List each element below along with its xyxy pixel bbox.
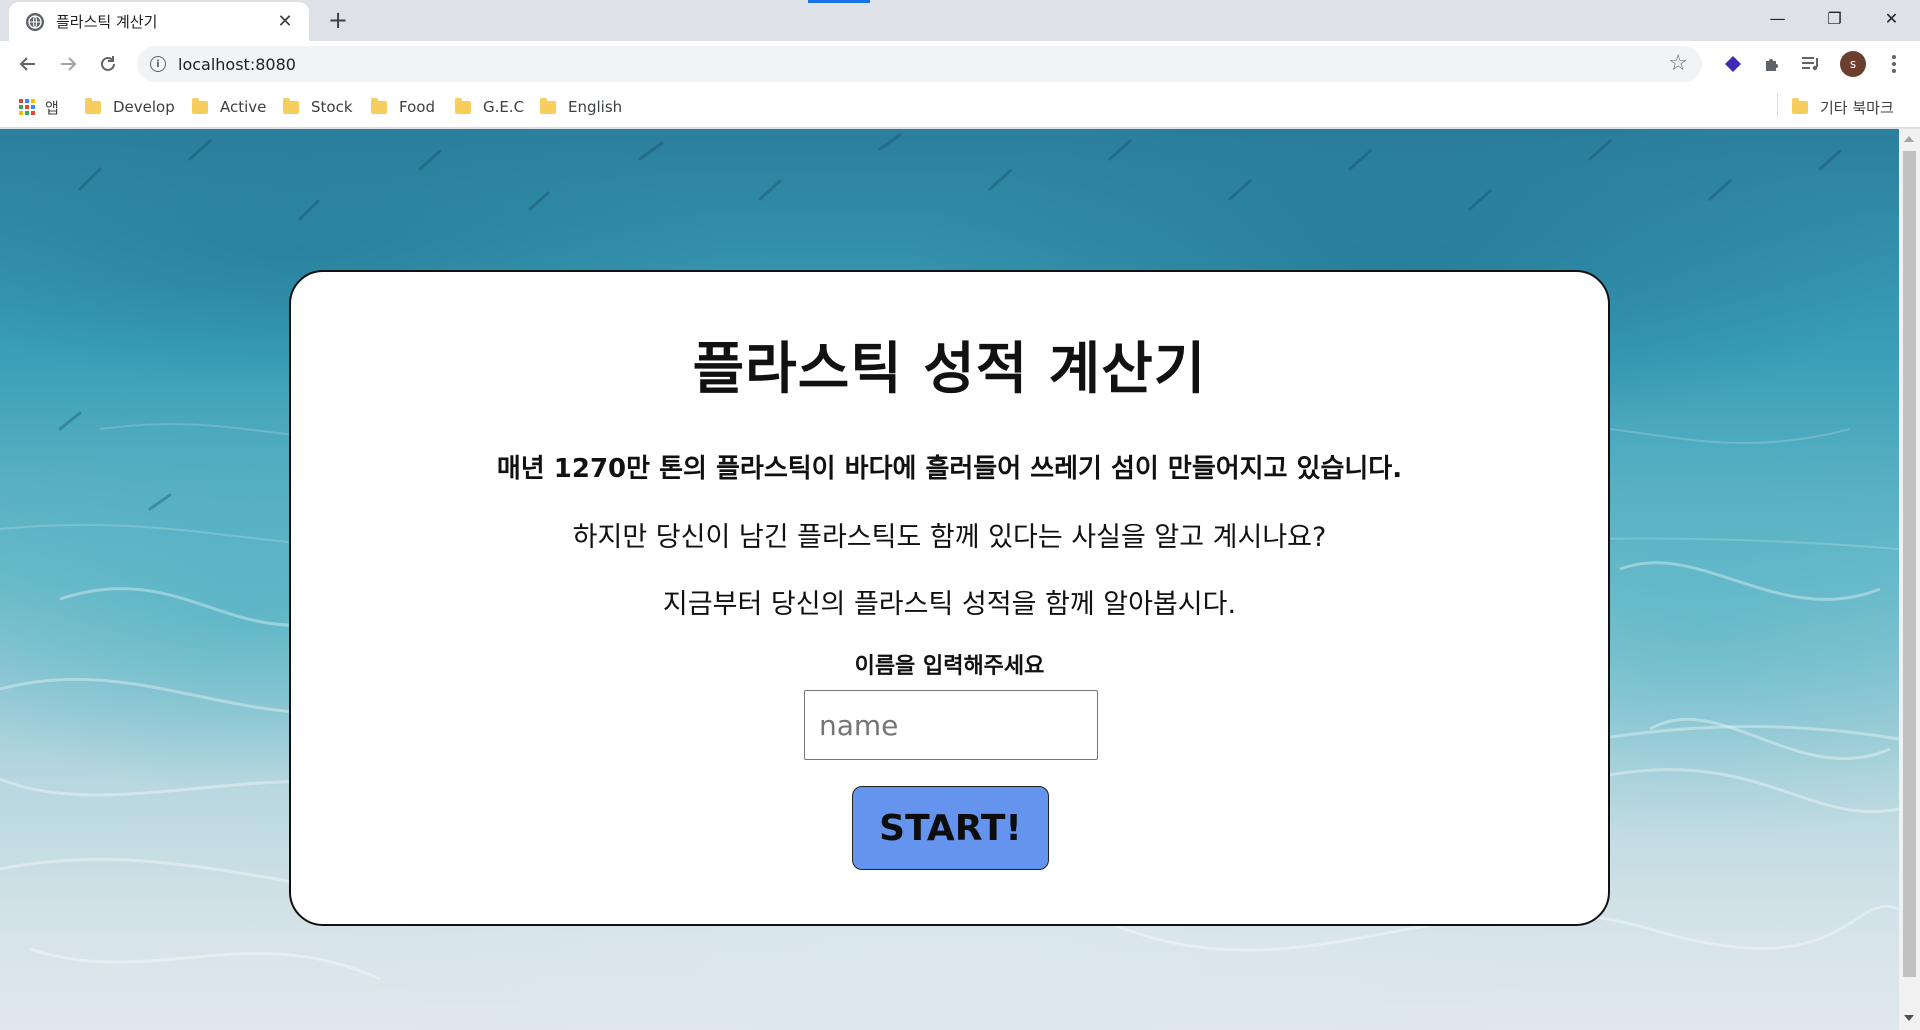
page-title: 플라스틱 성적 계산기 [692, 337, 1207, 402]
extensions-puzzle-icon[interactable] [1760, 52, 1784, 76]
scroll-thumb[interactable] [1903, 151, 1916, 977]
folder-icon [85, 97, 101, 114]
browser-menu-icon[interactable] [1884, 50, 1904, 78]
forward-button[interactable] [53, 49, 83, 79]
bookmark-folder-english[interactable]: English [540, 95, 622, 119]
address-bar[interactable]: i localhost:8080 ☆ [137, 46, 1702, 82]
close-window-button[interactable]: ✕ [1863, 0, 1920, 36]
scroll-down-icon[interactable] [1904, 1015, 1914, 1021]
folder-icon [283, 97, 299, 114]
bookmark-label: G.E.C [483, 98, 525, 116]
forward-arrow-icon [61, 57, 77, 71]
bookmark-label: English [568, 98, 623, 116]
new-tab-button[interactable]: + [326, 8, 350, 32]
name-label: 이름을 입력해주세요 [854, 654, 1045, 679]
folder-icon [1792, 97, 1808, 114]
extension-diamond-icon[interactable] [1721, 52, 1745, 76]
bookmark-label: Develop [113, 98, 175, 116]
bookmarks-bar: 앱 Develop Active Stock Food G.E.C Englis… [0, 86, 1920, 128]
tab-title: 플라스틱 계산기 [56, 13, 158, 31]
bookmark-label: Food [399, 98, 435, 116]
bookmark-star-icon[interactable]: ☆ [1668, 52, 1688, 76]
folder-icon [540, 97, 556, 114]
bookmark-folder-active[interactable]: Active [192, 95, 266, 119]
page-scrollbar[interactable] [1899, 129, 1920, 1030]
tab-strip: 플라스틱 계산기 ✕ + — ❐ ✕ [0, 0, 1920, 41]
start-button[interactable]: START! [852, 786, 1049, 870]
info-icon[interactable]: i [150, 56, 166, 72]
media-queue-icon[interactable] [1799, 52, 1823, 76]
bookmark-folder-develop[interactable]: Develop [85, 95, 175, 119]
bookmark-label: 앱 [45, 98, 59, 117]
bookmark-folder-food[interactable]: Food [371, 95, 435, 119]
name-input[interactable] [804, 690, 1098, 760]
bookmark-folder-stock[interactable]: Stock [283, 95, 353, 119]
minimize-button[interactable]: — [1749, 0, 1806, 36]
folder-icon [371, 97, 387, 114]
bookmarks-separator [1777, 93, 1778, 117]
bookmark-folder-other[interactable]: 기타 북마크 [1792, 95, 1894, 119]
intro-card: 플라스틱 성적 계산기 매년 1270만 톤의 플라스틱이 바다에 흘러들어 쓰… [289, 270, 1610, 926]
scroll-up-icon[interactable] [1904, 136, 1914, 142]
browser-tab[interactable]: 플라스틱 계산기 ✕ [9, 2, 309, 41]
reload-icon [101, 56, 115, 71]
page-viewport: 플라스틱 성적 계산기 매년 1270만 톤의 플라스틱이 바다에 흘러들어 쓰… [0, 129, 1899, 1030]
reload-button[interactable] [93, 49, 123, 79]
profile-avatar[interactable]: s [1840, 51, 1866, 77]
tab-indicator [808, 0, 870, 3]
url-text[interactable]: localhost:8080 [178, 55, 296, 74]
folder-icon [192, 97, 208, 114]
intro-question: 하지만 당신이 남긴 플라스틱도 함께 있다는 사실을 알고 계시나요? [572, 522, 1327, 553]
bookmark-label: Stock [311, 98, 353, 116]
apps-grid-icon [19, 99, 35, 115]
bookmark-folder-gec[interactable]: G.E.C [455, 95, 524, 119]
close-icon[interactable]: ✕ [275, 11, 295, 32]
bookmark-apps[interactable]: 앱 [19, 95, 59, 119]
back-button[interactable] [13, 49, 43, 79]
intro-headline: 매년 1270만 톤의 플라스틱이 바다에 흘러들어 쓰레기 섬이 만들어지고 … [496, 454, 1403, 484]
globe-icon [26, 12, 44, 31]
bookmark-label: Active [220, 98, 267, 116]
back-arrow-icon [19, 57, 35, 71]
intro-invitation: 지금부터 당신의 플라스틱 성적을 함께 알아봅시다. [662, 589, 1237, 620]
browser-toolbar: i localhost:8080 ☆ s [0, 41, 1920, 86]
restore-button[interactable]: ❐ [1806, 0, 1863, 36]
folder-icon [455, 97, 471, 114]
bookmark-label: 기타 북마크 [1820, 98, 1894, 117]
